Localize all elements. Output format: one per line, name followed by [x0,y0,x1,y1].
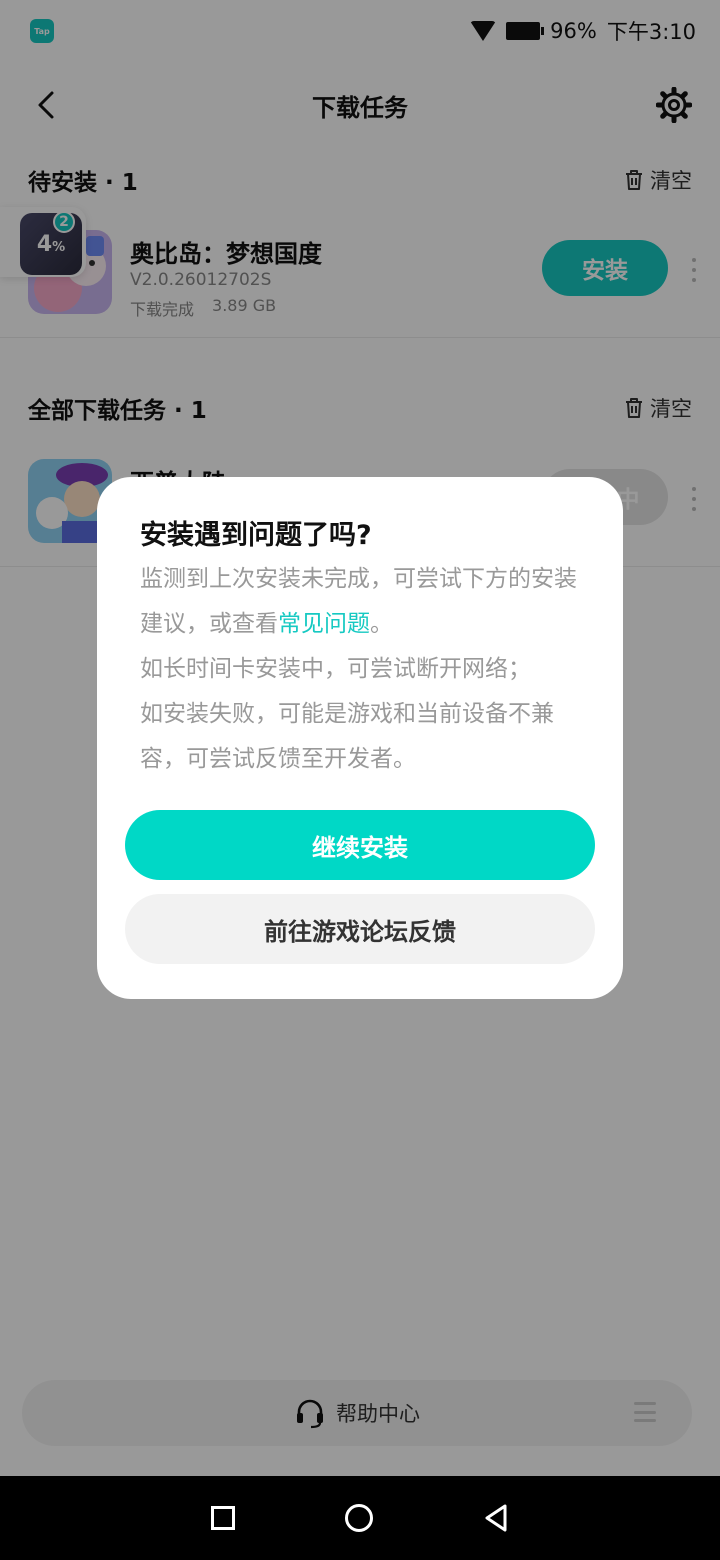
back-triangle-icon[interactable] [483,1504,509,1532]
system-nav-bar [0,1476,720,1560]
faq-link[interactable]: 常见问题 [278,611,370,637]
dialog-body: 监测到上次安装未完成，可尝试下方的安装建议，或查看常见问题。 如长时间卡安装中，… [140,557,590,782]
dialog-paragraph-3: 如安装失败，可能是游戏和当前设备不兼容，可尝试反馈至开发者。 [140,701,554,772]
dialog-paragraph-2: 如长时间卡安装中，可尝试断开网络； [140,656,531,682]
recents-square-icon[interactable] [211,1506,235,1530]
home-circle-icon[interactable] [345,1504,373,1532]
dialog-title: 安装遇到问题了吗? [140,520,372,551]
continue-install-button[interactable]: 继续安装 [125,810,595,880]
dialog-text-post: 。 [370,611,393,637]
forum-feedback-button[interactable]: 前往游戏论坛反馈 [125,894,595,964]
install-problem-dialog: 安装遇到问题了吗? 监测到上次安装未完成，可尝试下方的安装建议，或查看常见问题。… [97,477,623,999]
dialog-paragraph-1: 监测到上次安装未完成，可尝试下方的安装建议，或查看常见问题。 [140,557,590,647]
